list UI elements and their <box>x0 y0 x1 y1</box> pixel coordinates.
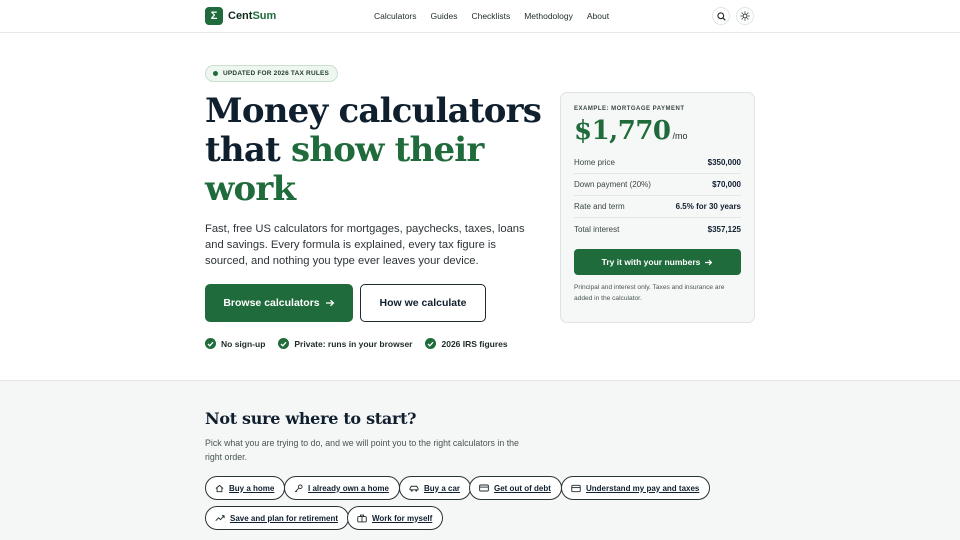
trend-icon <box>215 515 225 522</box>
payment-amount: $1,770 /mo <box>574 116 741 146</box>
badge-dot-icon <box>213 71 218 76</box>
payment-unit: /mo <box>672 131 688 141</box>
nav-checklists[interactable]: Checklists <box>471 11 510 21</box>
home-icon <box>215 484 224 492</box>
nav-methodology[interactable]: Methodology <box>524 11 573 21</box>
chip-debt[interactable]: Get out of debt <box>469 476 562 500</box>
sun-icon <box>740 11 750 21</box>
check-icon <box>205 338 216 349</box>
arrow-right-icon <box>325 299 334 307</box>
search-button[interactable] <box>712 7 730 25</box>
start-description: Pick what you are trying to do, and we w… <box>205 438 519 462</box>
hero-description: Fast, free US calculators for mortgages,… <box>205 223 525 267</box>
start-section: Not sure where to start? Pick what you a… <box>0 380 960 540</box>
nav-calculators[interactable]: Calculators <box>374 11 417 21</box>
badge-label: UPDATED FOR 2026 TAX RULES <box>223 70 330 77</box>
try-numbers-button[interactable]: Try it with your numbers <box>574 249 741 275</box>
chip-pay-taxes[interactable]: Understand my pay and taxes <box>561 476 711 500</box>
nav-guides[interactable]: Guides <box>431 11 458 21</box>
example-row: Home price $350,000 <box>574 152 741 174</box>
key-icon <box>294 483 303 492</box>
mortgage-example-card: EXAMPLE: MORTGAGE PAYMENT $1,770 /mo Hom… <box>560 92 755 323</box>
brand-name: CentSum <box>228 10 277 22</box>
example-row: Down payment (20%) $70,000 <box>574 174 741 196</box>
browse-calculators-button[interactable]: Browse calculators <box>205 284 353 322</box>
trust-item: 2026 IRS figures <box>425 338 508 349</box>
example-rows: Home price $350,000 Down payment (20%) $70… <box>574 152 741 240</box>
site-header: Σ CentSum Calculators Guides Checklists … <box>0 0 960 33</box>
how-we-calculate-button[interactable]: How we calculate <box>360 284 486 322</box>
search-icon <box>716 11 726 21</box>
check-icon <box>278 338 290 349</box>
check-icon <box>425 338 437 349</box>
update-badge: UPDATED FOR 2026 TAX RULES <box>205 65 339 82</box>
briefcase-icon <box>357 514 367 522</box>
chip-self-employed[interactable]: Work for myself <box>347 506 444 530</box>
car-icon <box>409 485 419 492</box>
logo[interactable]: Σ CentSum <box>205 7 276 25</box>
arrow-right-icon <box>705 259 713 265</box>
chip-buy-car[interactable]: Buy a car <box>399 476 472 500</box>
hero-title-line1: Money calculators <box>205 91 542 131</box>
example-row: Rate and term 6.5% for 30 years <box>574 196 741 218</box>
logo-mark-icon: Σ <box>205 7 223 25</box>
trust-item: No sign-up <box>205 338 265 349</box>
chip-own-home[interactable]: I already own a home <box>284 476 400 500</box>
trust-list: No sign-up Private: runs in your browser… <box>205 338 508 349</box>
card-note: Principal and interest only. Taxes and i… <box>574 284 725 302</box>
browse-calculators-label: Browse calculators <box>223 297 320 309</box>
card-label: EXAMPLE: MORTGAGE PAYMENT <box>574 106 685 112</box>
chip-retirement[interactable]: Save and plan for retirement <box>205 506 350 530</box>
start-title: Not sure where to start? <box>205 409 417 428</box>
example-row: Total interest $357,125 <box>574 224 741 234</box>
trust-item: Private: runs in your browser <box>278 338 412 349</box>
hero-title-highlight: show their <box>291 130 484 170</box>
hero-title-line3: work <box>205 169 296 209</box>
hero-title-that: that <box>205 130 291 170</box>
main-nav: Calculators Guides Checklists Methodolog… <box>374 11 609 21</box>
theme-toggle-button[interactable] <box>736 7 754 25</box>
chip-buy-home[interactable]: Buy a home <box>205 476 286 500</box>
wallet-icon <box>571 484 581 492</box>
card-icon <box>479 484 489 492</box>
hero-title: Money calculators that show their work <box>205 92 545 209</box>
payment-value: $1,770 <box>574 116 671 146</box>
nav-about[interactable]: About <box>587 11 609 21</box>
